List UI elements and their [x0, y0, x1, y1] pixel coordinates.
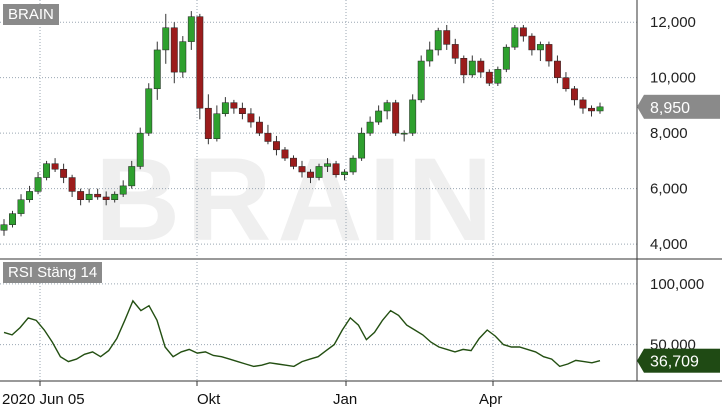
candle-body: [409, 99, 417, 134]
candle-body: [128, 166, 136, 187]
candle-body: [77, 191, 85, 200]
price-tick-label: 10,000: [650, 70, 696, 87]
time-tick-label: Okt: [197, 391, 221, 408]
candle-body: [145, 88, 153, 134]
rsi-series: [3, 299, 601, 368]
candle-body: [477, 60, 485, 73]
time-axis-labels: 2020 Jun 05 Okt Jan Apr: [2, 381, 502, 408]
candle-body: [119, 185, 127, 195]
candle-body: [596, 106, 604, 112]
candle-body: [85, 193, 93, 200]
candle-body: [545, 44, 553, 62]
candle-body: [579, 99, 587, 109]
candle-body: [264, 132, 272, 142]
candle-body: [187, 16, 195, 42]
candle-body: [434, 30, 442, 51]
candle-body: [443, 30, 451, 45]
candle-body: [417, 60, 425, 101]
candle-body: [213, 113, 221, 139]
candle-body: [358, 132, 366, 159]
candle-body: [281, 149, 289, 159]
candle-body: [290, 157, 297, 167]
candle-body: [502, 46, 510, 70]
candle-body: [315, 166, 323, 178]
candle-body: [273, 141, 280, 151]
candle-body: [60, 168, 68, 178]
candle-body: [247, 113, 255, 123]
time-tick-label: 2020 Jun 05: [2, 391, 85, 408]
rsi-axis-labels: 50,000100,000: [650, 276, 704, 354]
candle-body: [307, 171, 314, 178]
candle-body: [528, 35, 536, 51]
watermark-text: BRAIN: [95, 134, 499, 266]
candle-body: [43, 163, 51, 178]
candle-body: [196, 16, 204, 109]
candle-body: [451, 44, 459, 59]
candle-body: [485, 71, 493, 84]
candle-body: [221, 102, 229, 114]
candle-body: [162, 27, 170, 51]
rsi-line: [3, 299, 601, 368]
candle-body: [562, 77, 570, 90]
time-tick-label: Jan: [333, 391, 357, 408]
candle-body: [392, 102, 400, 134]
candle-body: [111, 193, 119, 200]
candle-body: [536, 44, 544, 51]
rsi-tick-label: 100,000: [650, 276, 704, 293]
candle-body: [255, 121, 263, 134]
price-tick-label: 8,000: [650, 125, 688, 142]
candle-body: [553, 60, 561, 78]
candle-body: [68, 177, 76, 192]
candle-body: [238, 107, 246, 114]
candle-body: [9, 213, 16, 225]
candle-body: [0, 224, 8, 231]
price-tick-label: 4,000: [650, 236, 688, 253]
watermark-layer: BRAIN: [95, 134, 499, 266]
price-tick-label: 12,000: [650, 14, 696, 31]
candle-body: [460, 58, 468, 76]
candle-body: [136, 132, 144, 167]
rsi-chart-title: RSI Stäng 14: [3, 262, 103, 283]
candle-body: [494, 69, 502, 84]
candle-body: [102, 196, 110, 200]
candle-body: [383, 102, 391, 112]
candle-body: [298, 166, 306, 173]
candle-body: [375, 110, 383, 123]
price-last-value: 8,950: [650, 100, 690, 117]
candle-body: [349, 157, 357, 173]
chart-canvas: BRAIN 4,000 6,000 8,000 10,000 12,000 50,000…: [0, 0, 722, 408]
candle-body: [511, 27, 519, 48]
candle-body: [170, 27, 178, 73]
candle-body: [400, 132, 408, 135]
candle-body: [519, 27, 527, 37]
candle-body: [51, 163, 59, 170]
price-chart-title: BRAIN: [3, 4, 59, 25]
candle-body: [332, 163, 340, 176]
candle-body: [179, 41, 187, 73]
price-badge-pointer: [637, 94, 644, 119]
price-tick-label: 6,000: [650, 181, 688, 198]
candle-body: [571, 88, 578, 101]
candle-body: [426, 49, 434, 62]
time-tick-label: Apr: [479, 391, 502, 408]
rsi-badge-pointer: [637, 348, 644, 373]
candle-body: [366, 121, 374, 134]
candle-body: [324, 163, 331, 167]
price-axis-labels: 4,000 6,000 8,000 10,000 12,000: [650, 14, 696, 253]
candle-body: [94, 193, 102, 198]
candle-body: [588, 107, 595, 112]
candle-body: [153, 49, 161, 90]
rsi-last-value: 36,709: [650, 354, 699, 371]
candle-body: [341, 171, 349, 176]
candle-body: [34, 177, 42, 192]
candle-body: [17, 199, 25, 214]
candle-body: [204, 107, 212, 139]
candle-body: [230, 102, 238, 109]
candle-body: [468, 60, 476, 76]
candle-body: [26, 191, 33, 200]
